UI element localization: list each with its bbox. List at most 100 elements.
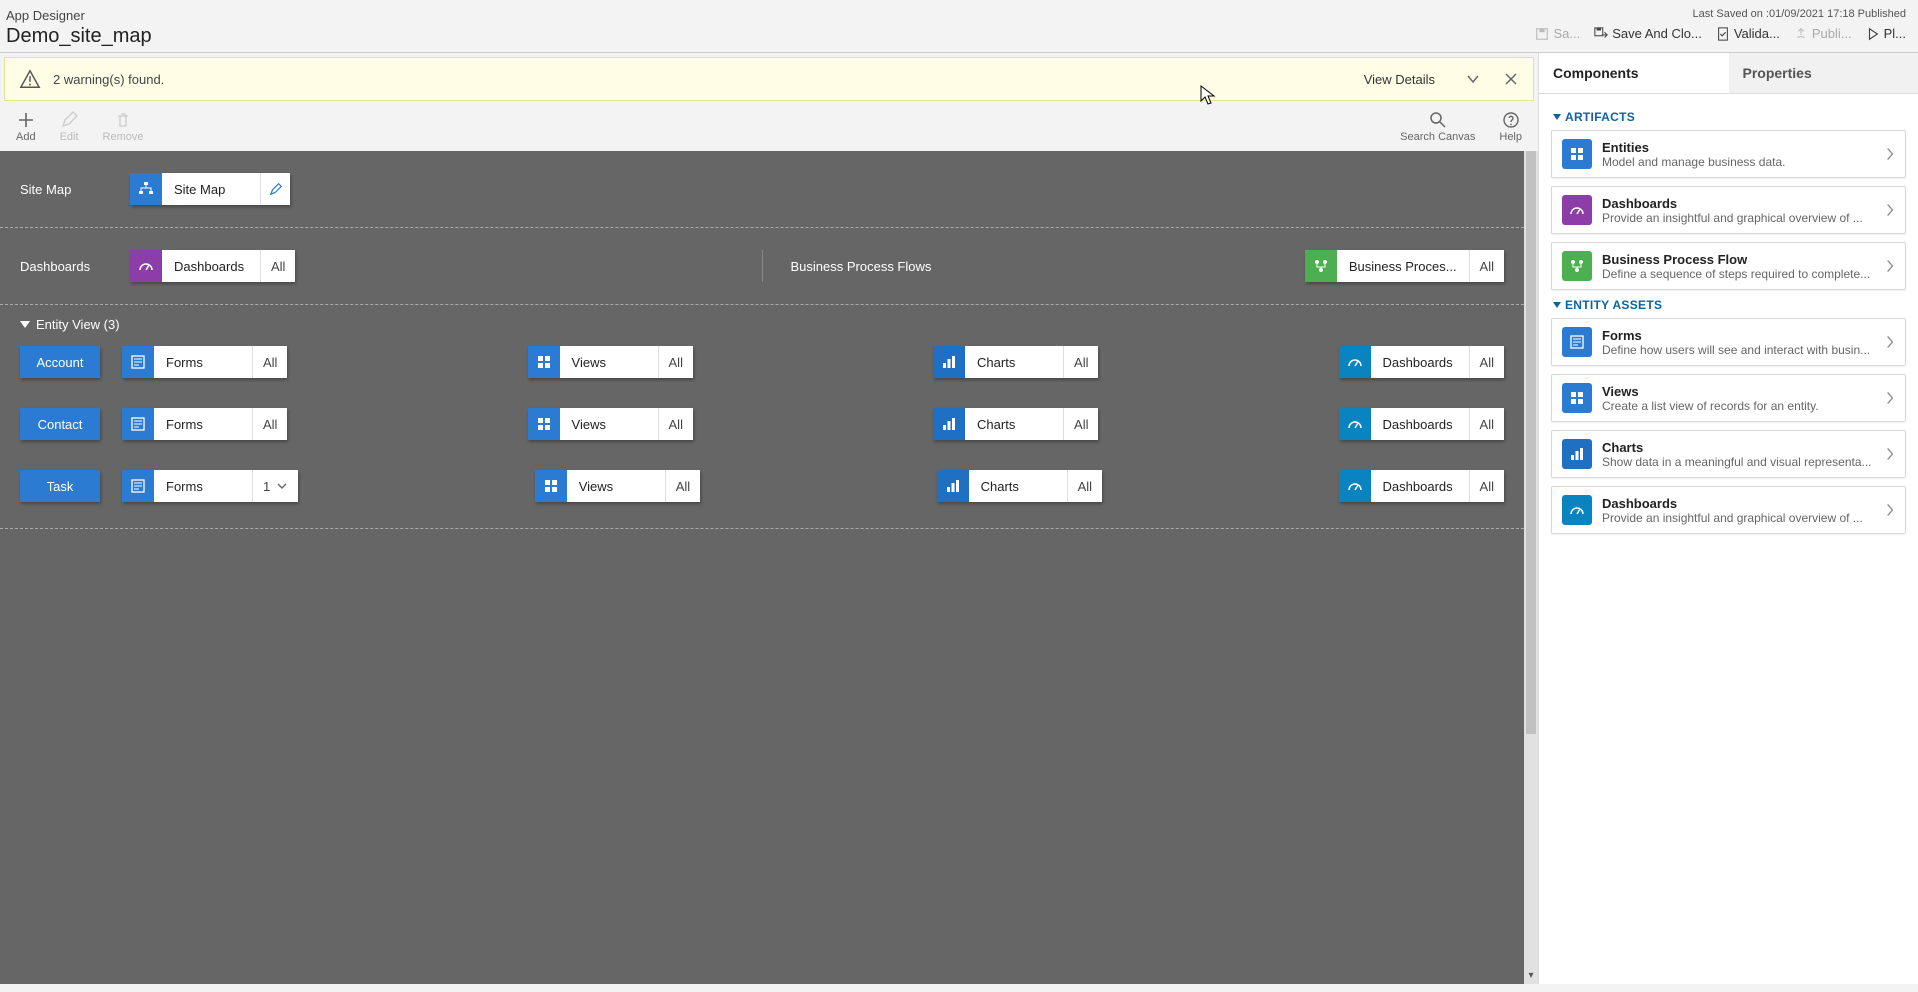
forms-tile-tag[interactable]: All	[252, 408, 287, 440]
component-desc: Create a list view of records for an ent…	[1602, 399, 1875, 413]
grid-icon	[1562, 383, 1592, 413]
charts-tile[interactable]: ChartsAll	[933, 346, 1098, 378]
charts-tile-tag[interactable]: All	[1063, 346, 1098, 378]
component-title: Forms	[1602, 328, 1875, 343]
chevron-right-icon	[1885, 446, 1895, 462]
component-desc: Define a sequence of steps required to c…	[1602, 267, 1875, 281]
tab-properties[interactable]: Properties	[1729, 53, 1918, 93]
chevron-right-icon	[1885, 502, 1895, 518]
dash-tile-label: Dashboards	[1371, 470, 1469, 502]
trash-icon	[114, 111, 132, 129]
charts-tile[interactable]: ChartsAll	[933, 408, 1098, 440]
charts-tile-tag[interactable]: All	[1067, 470, 1102, 502]
entity-chip[interactable]: Contact	[20, 408, 100, 440]
section-artifacts[interactable]: ARTIFACTS	[1553, 110, 1906, 124]
dash-tile-tag[interactable]: All	[1469, 408, 1504, 440]
add-button[interactable]: Add	[16, 111, 36, 143]
views-tile[interactable]: ViewsAll	[535, 470, 700, 502]
design-canvas[interactable]: Site Map Site Map Dashboards	[0, 151, 1538, 984]
app-title: App Designer	[6, 8, 152, 23]
dash-tile-label: Dashboards	[1371, 346, 1469, 378]
section-entity-assets[interactable]: ENTITY ASSETS	[1553, 298, 1906, 312]
chevron-right-icon	[1885, 390, 1895, 406]
chevron-right-icon	[1885, 146, 1895, 162]
component-card-dashboards[interactable]: DashboardsProvide an insightful and grap…	[1551, 486, 1906, 534]
gauge-icon	[1562, 495, 1592, 525]
help-button[interactable]: Help	[1499, 111, 1522, 143]
chevron-right-icon	[1885, 202, 1895, 218]
dashboards-tile-tag[interactable]: All	[260, 250, 295, 282]
bpf-tile[interactable]: Business Proces... All	[1305, 250, 1504, 282]
component-title: Business Process Flow	[1602, 252, 1875, 267]
validate-button[interactable]: Valida...	[1716, 26, 1780, 41]
sitemap-label: Site Map	[20, 182, 110, 197]
dash-tile[interactable]: DashboardsAll	[1339, 470, 1504, 502]
component-card-forms[interactable]: FormsDefine how users will see and inter…	[1551, 318, 1906, 366]
search-icon	[1429, 111, 1447, 129]
views-tile-tag[interactable]: All	[658, 346, 693, 378]
entity-chip[interactable]: Task	[20, 470, 100, 502]
warning-text: 2 warning(s) found.	[53, 72, 1352, 87]
forms-tile[interactable]: Forms1	[122, 470, 298, 502]
save-icon	[1535, 27, 1549, 41]
component-card-entities[interactable]: EntitiesModel and manage business data.	[1551, 130, 1906, 178]
views-tile[interactable]: ViewsAll	[528, 408, 693, 440]
component-card-business-process-flow[interactable]: Business Process FlowDefine a sequence o…	[1551, 242, 1906, 290]
dash-tile-tag[interactable]: All	[1469, 346, 1504, 378]
forms-icon	[122, 470, 154, 502]
sitemap-tile[interactable]: Site Map	[130, 173, 290, 205]
bpf-tile-tag[interactable]: All	[1469, 250, 1504, 282]
charts-tile[interactable]: ChartsAll	[937, 470, 1102, 502]
grid-icon	[1562, 139, 1592, 169]
header-toolbar: Sa... Save And Clo... Valida... Publi...	[1535, 26, 1906, 41]
edit-button: Edit	[60, 111, 79, 143]
views-tile[interactable]: ViewsAll	[528, 346, 693, 378]
charts-tile-tag[interactable]: All	[1063, 408, 1098, 440]
chevron-down-icon[interactable]	[276, 480, 288, 492]
dash-icon	[1339, 346, 1371, 378]
view-details-link[interactable]: View Details	[1364, 72, 1435, 87]
component-card-charts[interactable]: ChartsShow data in a meaningful and visu…	[1551, 430, 1906, 478]
component-desc: Provide an insightful and graphical over…	[1602, 511, 1875, 525]
forms-tile-tag[interactable]: 1	[252, 470, 298, 502]
gauge-icon	[130, 250, 162, 282]
component-card-views[interactable]: ViewsCreate a list view of records for a…	[1551, 374, 1906, 422]
entity-grid: AccountFormsAllViewsAllChartsAllDashboar…	[0, 336, 1524, 529]
tab-components[interactable]: Components	[1539, 53, 1729, 93]
chevron-right-icon	[1885, 334, 1895, 350]
entity-chip[interactable]: Account	[20, 346, 100, 378]
save-button: Sa...	[1535, 26, 1580, 41]
canvas-toolbar: Add Edit Remove Search Canvas	[0, 105, 1538, 151]
forms-tile[interactable]: FormsAll	[122, 346, 287, 378]
dash-tile[interactable]: DashboardsAll	[1339, 346, 1504, 378]
dash-tile[interactable]: DashboardsAll	[1339, 408, 1504, 440]
bpf-label: Business Process Flows	[791, 259, 932, 274]
scroll-down-icon[interactable]: ▾	[1524, 970, 1538, 984]
component-desc: Provide an insightful and graphical over…	[1602, 211, 1875, 225]
search-canvas-button[interactable]: Search Canvas	[1400, 111, 1475, 143]
canvas-scrollbar[interactable]: ▾	[1524, 151, 1538, 984]
dash-icon	[1339, 408, 1371, 440]
charts-icon	[937, 470, 969, 502]
dashboards-tile[interactable]: Dashboards All	[130, 250, 295, 282]
forms-tile-label: Forms	[154, 408, 252, 440]
forms-tile[interactable]: FormsAll	[122, 408, 287, 440]
forms-tile-tag[interactable]: All	[252, 346, 287, 378]
views-icon	[528, 346, 560, 378]
entity-view-header[interactable]: Entity View (3)	[0, 305, 1524, 336]
entity-row: ContactFormsAllViewsAllChartsAllDashboar…	[20, 408, 1504, 440]
views-tile-tag[interactable]: All	[665, 470, 700, 502]
views-tile-tag[interactable]: All	[658, 408, 693, 440]
save-and-close-button[interactable]: Save And Clo...	[1594, 26, 1702, 41]
dash-tile-tag[interactable]: All	[1469, 470, 1504, 502]
close-icon[interactable]	[1503, 71, 1519, 87]
play-button[interactable]: Pl...	[1866, 26, 1906, 41]
remove-button: Remove	[103, 111, 144, 143]
sitemap-edit-button[interactable]	[260, 173, 290, 205]
component-card-dashboards[interactable]: DashboardsProvide an insightful and grap…	[1551, 186, 1906, 234]
form-icon	[1562, 327, 1592, 357]
chevron-down-icon[interactable]	[1465, 71, 1481, 87]
entity-row: Account FormsAll ViewsAll ChartsAll Dashboar…	[20, 346, 1504, 378]
dash-tile-label: Dashboards	[1371, 408, 1469, 440]
scrollbar-thumb[interactable]	[1526, 151, 1536, 734]
